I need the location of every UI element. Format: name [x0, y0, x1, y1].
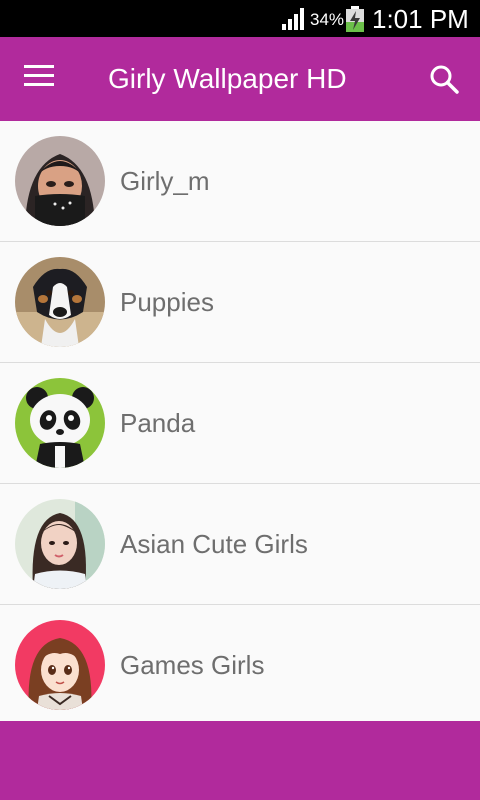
- list-item-label: Games Girls: [120, 650, 265, 680]
- list-item-label: Asian Cute Girls: [120, 529, 308, 559]
- list-item[interactable]: Games Girls: [0, 605, 480, 726]
- list-item[interactable]: Puppies: [0, 242, 480, 363]
- signal-icon: [282, 8, 304, 30]
- app-bar: Girly Wallpaper HD: [0, 37, 480, 121]
- search-icon[interactable]: [428, 63, 460, 95]
- list-item-label: Puppies: [120, 287, 214, 317]
- avatar-anime-girl: [15, 620, 105, 710]
- avatar-asian-girl: [15, 499, 105, 589]
- bottom-bar: [0, 721, 480, 800]
- avatar-puppy: [15, 257, 105, 347]
- avatar-girl-with-mask: [15, 136, 105, 226]
- list-item[interactable]: Panda: [0, 363, 480, 484]
- status-bar: 34% 1:01 PM: [0, 0, 480, 37]
- app-title: Girly Wallpaper HD: [108, 63, 347, 94]
- list-item-label: Girly_m: [120, 166, 210, 196]
- battery-percent: 34%: [310, 10, 345, 29]
- list-item-label: Panda: [120, 408, 196, 438]
- battery-charging-icon: [346, 6, 364, 32]
- category-list: Girly_m Puppies Panda Asian Cute Girls G…: [0, 121, 480, 726]
- avatar-cartoon-panda: [15, 378, 105, 468]
- list-item[interactable]: Asian Cute Girls: [0, 484, 480, 605]
- list-item[interactable]: Girly_m: [0, 121, 480, 242]
- menu-icon[interactable]: [24, 65, 58, 93]
- clock: 1:01 PM: [372, 4, 469, 34]
